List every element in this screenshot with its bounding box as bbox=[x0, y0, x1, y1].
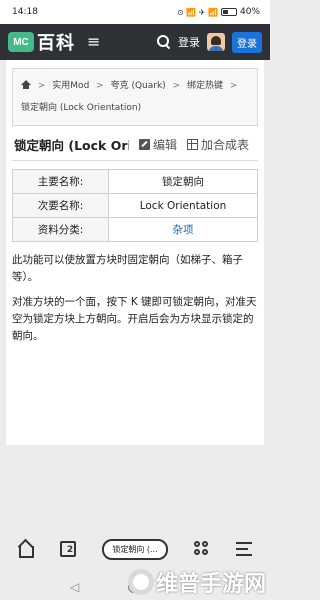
edit-label: 编辑 bbox=[153, 137, 178, 152]
logo-text: 百科 bbox=[37, 33, 75, 54]
table-key: 主要名称: bbox=[12, 169, 109, 194]
tabs-button[interactable]: 2 bbox=[60, 541, 77, 557]
table-key: 资料分类: bbox=[12, 217, 109, 242]
status-time: 14:18 bbox=[12, 7, 38, 17]
edit-button[interactable]: 编辑 bbox=[139, 136, 177, 153]
login-link[interactable]: 登录 bbox=[178, 34, 200, 50]
breadcrumb-separator: > bbox=[172, 81, 181, 91]
description-paragraph: 对准方块的一个面，按下 K 键即可锁定朝向，对准天空为锁定方块上方朝向。开启后会… bbox=[12, 296, 257, 342]
breadcrumb-item[interactable]: 绑定热键 bbox=[187, 81, 223, 91]
watermark: 维普手游网 bbox=[127, 566, 266, 598]
breadcrumb-item[interactable]: 夸克 (Quark) bbox=[111, 81, 166, 91]
category-link[interactable]: 杂项 bbox=[108, 217, 258, 242]
home-icon[interactable] bbox=[21, 80, 31, 89]
watermark-text: 维普手游网 bbox=[155, 572, 266, 597]
add-recipe-label: 加合成表 bbox=[201, 137, 250, 152]
breadcrumb-current: 锁定朝向 (Lock Orientation) bbox=[21, 103, 142, 113]
table-value: 锁定朝向 bbox=[108, 169, 258, 194]
signal-icons: ⊙ 📶 ✈ 📶 bbox=[177, 7, 218, 17]
breadcrumb-separator: > bbox=[37, 81, 46, 91]
table-row: 次要名称: Lock Orientation bbox=[12, 193, 258, 218]
add-recipe-button[interactable]: 加合成表 bbox=[187, 136, 249, 153]
home-icon[interactable] bbox=[18, 542, 34, 558]
page-title: 锁定朝向 (Lock Orientation) bbox=[14, 137, 129, 153]
description-paragraph: 此功能可以使放置方块时固定朝向（如梯子、箱子等）。 bbox=[12, 254, 243, 283]
edit-icon bbox=[139, 138, 150, 150]
breadcrumb-separator: > bbox=[96, 81, 104, 91]
search-icon[interactable] bbox=[157, 35, 171, 49]
site-logo[interactable]: MC 百科 bbox=[8, 29, 75, 55]
table-key: 次要名称: bbox=[12, 193, 109, 218]
table-row: 资料分类: 杂项 bbox=[12, 217, 258, 242]
status-bar: 14:18 ⊙ 📶 ✈ 📶 40% bbox=[0, 0, 270, 24]
watermark-logo-icon bbox=[127, 569, 154, 595]
battery-percent: 40% bbox=[239, 7, 260, 17]
register-button[interactable]: 登录 bbox=[232, 31, 262, 53]
status-indicators: ⊙ 📶 ✈ 📶 40% bbox=[177, 7, 260, 17]
breadcrumb-separator: > bbox=[229, 81, 238, 91]
avatar[interactable] bbox=[207, 33, 225, 51]
app-header: MC 百科 ≡ 登录 登录 bbox=[0, 24, 270, 60]
logo-badge: MC bbox=[8, 32, 34, 52]
menu-button[interactable]: ≡ bbox=[87, 34, 100, 50]
current-page-pill[interactable]: 锁定朝向 (... bbox=[102, 538, 168, 560]
apps-icon[interactable] bbox=[193, 541, 210, 557]
menu-icon[interactable] bbox=[235, 542, 252, 556]
divider bbox=[12, 160, 258, 161]
table-value: Lock Orientation bbox=[108, 193, 258, 218]
breadcrumb: > 实用Mod > 夸克 (Quark) > 绑定热键 > 锁定朝向 (Lock… bbox=[12, 68, 258, 126]
tabs-count: 2 bbox=[66, 545, 74, 555]
table-icon bbox=[187, 138, 199, 150]
title-row: 锁定朝向 (Lock Orientation) 编辑 加合成表 bbox=[14, 134, 258, 154]
info-table: 主要名称: 锁定朝向 次要名称: Lock Orientation 资料分类: … bbox=[12, 169, 258, 242]
table-row: 主要名称: 锁定朝向 bbox=[12, 169, 258, 194]
main-content: > 实用Mod > 夸克 (Quark) > 绑定热键 > 锁定朝向 (Lock… bbox=[6, 60, 264, 445]
header-actions: 登录 登录 bbox=[157, 31, 262, 53]
breadcrumb-item[interactable]: 实用Mod bbox=[52, 81, 89, 91]
back-icon[interactable]: ◁ bbox=[70, 580, 79, 594]
battery-icon bbox=[220, 8, 237, 16]
